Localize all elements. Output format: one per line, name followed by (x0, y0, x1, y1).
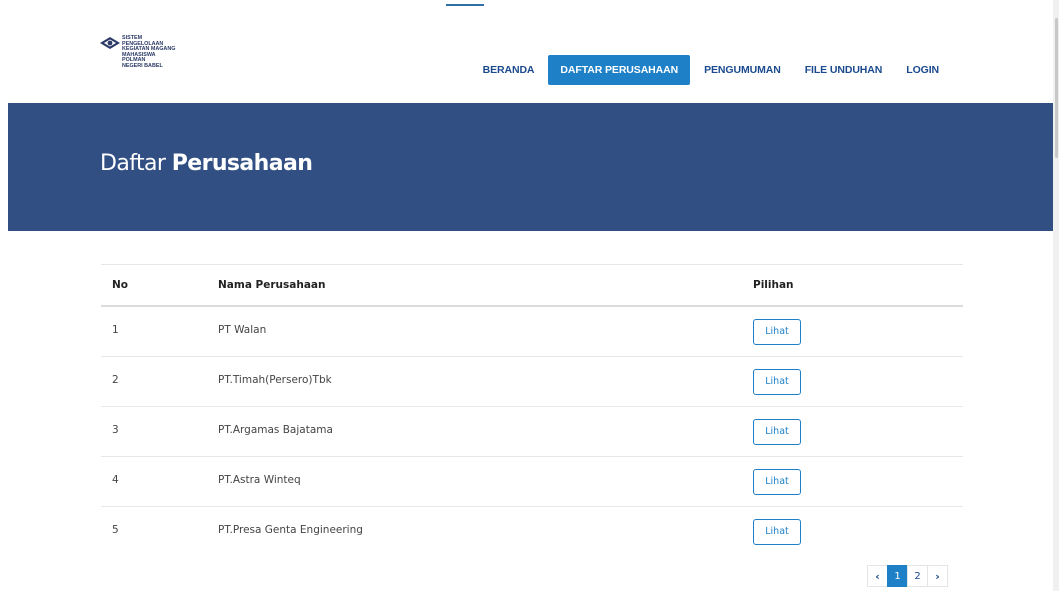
table-row: 2 PT.Timah(Persero)Tbk Lihat (101, 357, 963, 407)
column-header-name: Nama Perusahaan (218, 279, 326, 291)
nav-item-daftar-perusahaan[interactable]: DAFTAR PERUSAHAAN (548, 55, 691, 85)
company-table: No Nama Perusahaan Pilihan 1 PT Walan Li… (101, 264, 963, 556)
nav-item-login[interactable]: LOGIN (894, 55, 951, 85)
pagination: ‹ 1 2 › (867, 565, 948, 587)
logo-line: NEGERI BABEL (122, 62, 163, 69)
view-button[interactable]: Lihat (753, 519, 801, 545)
company-name: PT.Argamas Bajatama (218, 424, 333, 436)
row-number: 4 (112, 474, 119, 486)
row-number: 1 (112, 324, 119, 336)
column-header-no: No (112, 279, 129, 291)
site-header: SISTEM PENGELOLAAN KEGIATAN MAGANG MAHAS… (0, 6, 1053, 103)
page-button-1[interactable]: 1 (887, 565, 908, 587)
logo-text: SISTEM PENGELOLAAN KEGIATAN MAGANG MAHAS… (122, 35, 192, 70)
nav-item-file-unduhan[interactable]: FILE UNDUHAN (793, 55, 895, 85)
view-button[interactable]: Lihat (753, 319, 801, 345)
company-name: PT.Timah(Persero)Tbk (218, 374, 332, 386)
view-button[interactable]: Lihat (753, 469, 801, 495)
row-number: 5 (112, 524, 119, 536)
site-logo[interactable]: SISTEM PENGELOLAAN KEGIATAN MAGANG MAHAS… (100, 35, 192, 70)
page-title: Daftar Perusahaan (100, 151, 313, 176)
table-header: No Nama Perusahaan Pilihan (101, 264, 963, 307)
page-banner: Daftar Perusahaan (8, 103, 1053, 231)
page-title-bold: Perusahaan (171, 151, 313, 176)
column-header-action: Pilihan (753, 279, 794, 291)
company-name: PT.Presa Genta Engineering (218, 524, 363, 536)
main-nav: BERANDA DAFTAR PERUSAHAAN PENGUMUMAN FIL… (471, 55, 951, 85)
table-row: 4 PT.Astra Winteq Lihat (101, 457, 963, 507)
company-name: PT.Astra Winteq (218, 474, 301, 486)
table-row: 5 PT.Presa Genta Engineering Lihat (101, 507, 963, 556)
nav-item-beranda[interactable]: BERANDA (471, 55, 547, 85)
company-name: PT Walan (218, 324, 267, 336)
prev-page-button[interactable]: ‹ (867, 565, 888, 587)
view-button[interactable]: Lihat (753, 419, 801, 445)
row-number: 3 (112, 424, 119, 436)
logo-mark-icon (100, 37, 120, 49)
view-button[interactable]: Lihat (753, 369, 801, 395)
row-number: 2 (112, 374, 119, 386)
table-row: 3 PT.Argamas Bajatama Lihat (101, 407, 963, 457)
scrollbar-thumb[interactable] (1055, 18, 1058, 158)
next-page-button[interactable]: › (927, 565, 948, 587)
nav-item-pengumuman[interactable]: PENGUMUMAN (692, 55, 793, 85)
page-title-light: Daftar (100, 151, 166, 176)
page-button-2[interactable]: 2 (907, 565, 928, 587)
page-scrollbar[interactable] (1053, 0, 1059, 591)
table-row: 1 PT Walan Lihat (101, 307, 963, 357)
